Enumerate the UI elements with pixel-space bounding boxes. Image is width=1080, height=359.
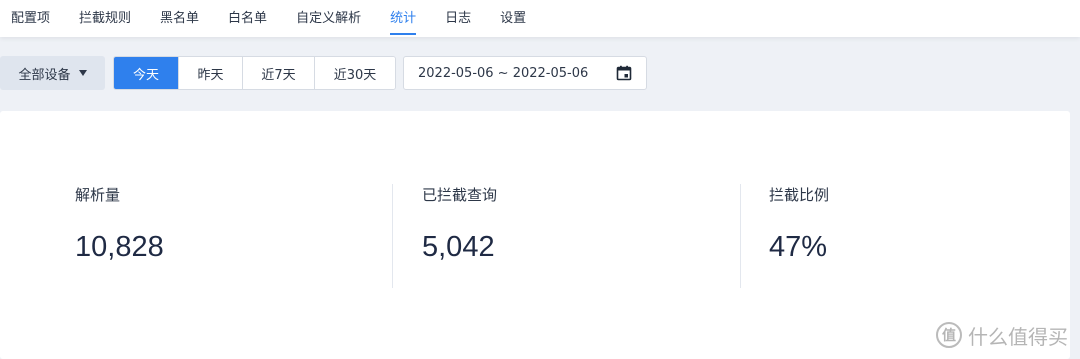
tab-custom-resolve[interactable]: 自定义解析 [296,0,361,33]
stat-value: 5,042 [422,231,495,263]
tab-block-rules[interactable]: 拦截规则 [79,0,131,33]
stat-label: 已拦截查询 [422,186,498,204]
tab-settings[interactable]: 设置 [500,0,526,33]
stat-total-queries: 解析量 10,828 [75,184,164,288]
stat-value: 10,828 [75,231,164,263]
stat-label: 拦截比例 [769,186,830,204]
tab-whitelist[interactable]: 白名单 [228,0,267,33]
stat-block-ratio: 拦截比例 47% [769,184,829,288]
range-yesterday-button[interactable]: 昨天 [179,57,243,89]
calendar-icon[interactable] [616,65,632,81]
device-dropdown[interactable]: 全部设备 [0,56,105,90]
stat-label: 解析量 [75,186,121,204]
time-range-group: 今天 昨天 近7天 近30天 [113,56,396,90]
caret-down-icon [78,70,87,76]
watermark-logo-icon: 值 [936,322,962,348]
stat-divider [392,184,393,288]
date-range-picker[interactable]: 2022-05-06 ~ 2022-05-06 [403,56,647,90]
range-today-button[interactable]: 今天 [114,57,179,89]
device-dropdown-label: 全部设备 [18,67,71,83]
date-range-text: 2022-05-06 ~ 2022-05-06 [418,65,589,81]
tab-config[interactable]: 配置项 [11,0,50,33]
filter-toolbar: 全部设备 今天 昨天 近7天 近30天 2022-05-06 ~ 2022-05… [0,56,1080,90]
tab-logs[interactable]: 日志 [445,0,471,33]
watermark-text: 什么值得买 [968,324,1068,349]
range-7days-button[interactable]: 近7天 [243,57,315,89]
top-nav: 配置项 拦截规则 黑名单 白名单 自定义解析 统计 日志 设置 [0,0,1080,37]
watermark: 值 什么值得买 [936,321,1068,349]
stat-divider [740,184,741,288]
tab-blacklist[interactable]: 黑名单 [160,0,199,33]
tab-statistics[interactable]: 统计 [390,0,417,35]
range-30days-button[interactable]: 近30天 [315,57,395,89]
stats-card: 解析量 10,828 已拦截查询 5,042 拦截比例 47% [0,111,1070,359]
stat-blocked-queries: 已拦截查询 5,042 [422,184,497,288]
stat-value: 47% [769,231,828,263]
